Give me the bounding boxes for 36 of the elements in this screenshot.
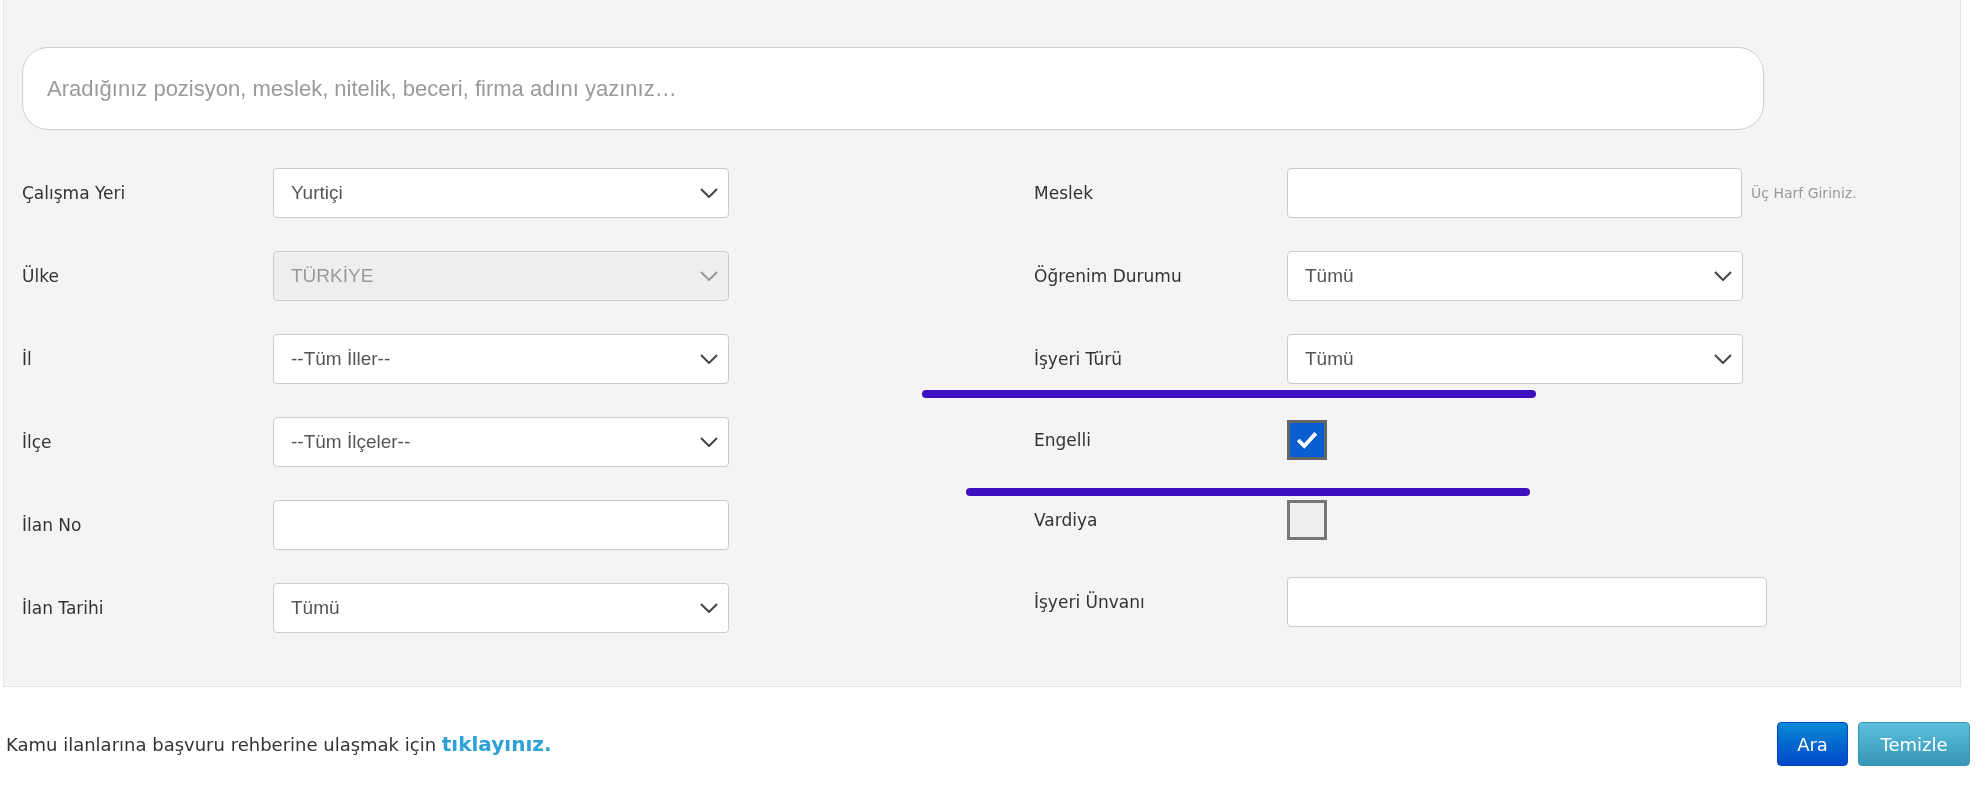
checkbox[interactable]	[1287, 500, 1327, 540]
dropdown[interactable]: Yurtiçi	[273, 167, 729, 218]
dropdown[interactable]: Tümü	[273, 582, 729, 633]
field-label: İlan No	[22, 514, 83, 535]
dropdown[interactable]: --Tüm İlçeler--	[273, 416, 729, 467]
text-field[interactable]	[1287, 576, 1767, 627]
field-label: Engelli	[1034, 430, 1092, 450]
text-field[interactable]	[1287, 167, 1742, 218]
guide-text: Kamu ilanlarına başvuru rehberine ulaşmak için tıklayınız.	[6, 732, 552, 756]
dropdown: TÜRKİYE	[273, 250, 729, 301]
chevron-down-icon	[700, 353, 718, 364]
text-field[interactable]	[273, 499, 729, 550]
field-label: Vardiya	[1034, 510, 1099, 530]
field-label: İlçe	[22, 431, 53, 452]
field-label: Çalışma Yeri	[22, 182, 127, 203]
checkbox[interactable]	[1287, 420, 1327, 460]
chevron-down-icon	[700, 436, 718, 447]
search-field[interactable]: Aradığınız pozisyon, meslek, nitelik, beceri, firma adını yazınız…	[22, 47, 1764, 130]
dropdown[interactable]: Tümü	[1287, 333, 1743, 384]
chevron-down-icon	[1714, 353, 1732, 364]
field-label: İşyeri Türü	[1034, 348, 1124, 369]
field-label: Meslek	[1034, 182, 1094, 203]
hint-text: Üç Harf Giriniz.	[1751, 184, 1857, 201]
checkmark-icon	[1296, 431, 1318, 449]
search-button[interactable]: Ara	[1777, 722, 1848, 766]
chevron-down-icon	[700, 602, 718, 613]
field-label: Ülke	[22, 265, 60, 286]
chevron-down-icon	[700, 270, 718, 281]
chevron-down-icon	[700, 187, 718, 198]
field-label: Öğrenim Durumu	[1034, 265, 1183, 286]
field-label: İl	[22, 348, 33, 369]
field-label: İşyeri Ünvanı	[1034, 591, 1146, 612]
dropdown[interactable]: Tümü	[1287, 250, 1743, 301]
chevron-down-icon	[1714, 270, 1732, 281]
field-label: İlan Tarihi	[22, 597, 105, 618]
dropdown[interactable]: --Tüm İller--	[273, 333, 729, 384]
